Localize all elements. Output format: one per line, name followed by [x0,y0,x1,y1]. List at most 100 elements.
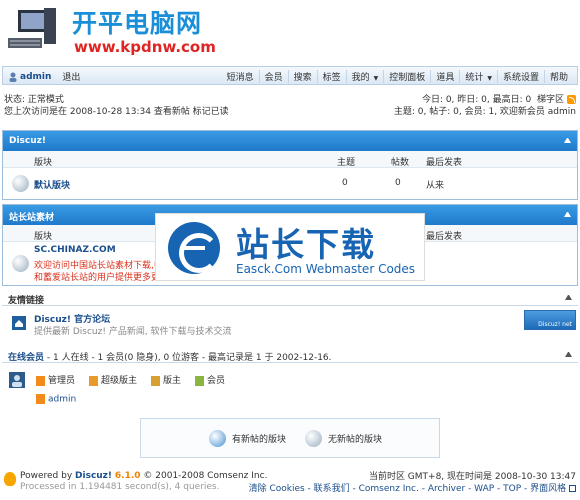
group-label: 版主 [163,376,182,386]
online-user[interactable]: admin [36,394,76,405]
footer-links[interactable]: 清除 Cookies - 联系我们 - Comsenz Inc. - Archi… [249,483,576,495]
menu-item-settings[interactable]: 系统设置 [496,70,544,83]
collapse-icon[interactable] [564,212,571,217]
category-title-text[interactable]: 站长站素材 [9,213,54,223]
group-label: 会员 [207,376,226,386]
yester-link[interactable]: 梯字区 [537,95,564,105]
group-supermod: 超级版主 [89,373,137,386]
watermark-title: 站长下载 [236,225,376,264]
group-mod: 版主 [151,373,181,386]
status-mode: 状态: 正常模式 [4,95,64,105]
link-description: 提供最新 Discuz! 产品新闻, 软件下载与技术交流 [34,327,232,337]
rss-icon[interactable] [567,95,576,104]
server-time: 当前时区 GMT+8, 现在时间是 2008-10-30 13:47 [368,472,576,482]
collapse-icon[interactable] [564,138,571,143]
menu-item-help[interactable]: 帮助 [543,70,573,83]
legend-new-label: 有新帖的版块 [232,435,287,445]
top-menu-bar: admin 退出 短消息 会员 搜索 标签 我的 ▼ 控制面板 道具 统计 ▼ 系统… [2,66,578,85]
last-visit: 您上次访问是在 2008-10-28 13:34 查看新帖 标记已读 [4,107,229,117]
forum-stats: 主题: 0, 帖子: 0, 会员: 1, 欢迎新会员 admin [393,107,576,117]
site-logo[interactable]: 开平电脑网 www.kpdnw.com [2,2,216,60]
menu-item-my-label: 我的 [351,73,370,83]
supermod-icon [89,375,99,386]
header: 开平电脑网 www.kpdnw.com [0,0,580,64]
menu-item-tags[interactable]: 标签 [316,70,346,83]
home-icon [12,316,26,330]
menu-item-search[interactable]: 搜索 [287,70,317,83]
group-label: 超级版主 [101,376,138,386]
footer-links-text: 清除 Cookies - 联系我们 - Comsenz Inc. - Archi… [248,484,567,494]
collapse-icon[interactable] [565,295,572,300]
discuz-link[interactable]: Discuz! [75,471,112,481]
category-title: Discuz! [3,131,577,151]
menu-item-stats-label: 统计 [465,73,484,83]
footer-right: 当前时区 GMT+8, 现在时间是 2008-10-30 13:47 清除 Co… [249,471,576,495]
forum-posts: 0 [395,178,401,188]
forum-name-link[interactable]: 默认版块 [34,178,70,191]
site-url: www.kpdnw.com [74,38,216,56]
menu-item-control-panel[interactable]: 控制面板 [383,70,430,83]
col-last-post: 最后发表 [426,158,463,168]
online-username: admin [48,394,77,405]
mod-icon [151,375,161,386]
member-icon [195,375,205,386]
today-count: 今日: 0, 昨日: 0, 最高日: 0 [421,95,532,105]
members-icon [9,372,25,388]
section-header: 在线会员 - 1 人在线 - 1 会员(0 隐身), 0 位游客 - 最高记录是… [2,347,578,363]
watermark-overlay: 站长下载 Easck.Com Webmaster Codes [155,213,425,281]
powered-prefix: Powered by [20,471,76,481]
footer-left: Powered by Discuz! 6.1.0 © 2001-2008 Com… [20,471,267,493]
section-header: 友情链接 [2,290,578,306]
friend-links-section: 友情链接 Discuz! 官方论坛 提供最新 Discuz! 产品新闻, 软件下… [2,290,578,342]
table-row: 默认版块 0 0 从来 [3,168,577,199]
status-right: 今日: 0, 昨日: 0, 最高日: 0 梯字区 主题: 0, 帖子: 0, 会… [394,94,576,118]
col-forum: 版块 [34,232,53,242]
discuz-banner[interactable]: Discuz! net [524,310,576,330]
username-link[interactable]: admin [20,72,51,82]
brand-name: 开平电脑网 [72,9,203,38]
group-label: 管理员 [48,376,76,386]
admin-icon [36,394,45,404]
menu-item-stats[interactable]: 统计 ▼ [459,70,497,83]
col-last-post: 最后发表 [426,232,463,242]
forum-name-link[interactable]: SC.CHINAZ.COM [34,245,116,255]
online-members-section: 在线会员 - 1 人在线 - 1 会员(0 隐身), 0 位游客 - 最高记录是… [2,347,578,412]
watermark-subtitle: Easck.Com Webmaster Codes [236,262,416,276]
watermark-logo-icon [168,222,220,274]
forum-status-icon [12,175,29,192]
logout-link[interactable]: 退出 [62,70,80,83]
footer: Powered by Discuz! 6.1.0 © 2001-2008 Com… [0,468,580,500]
powered-by: Powered by Discuz! 6.1.0 © 2001-2008 Com… [20,471,267,482]
forum-category-discuz: Discuz! 版块 主题 帖数 最后发表 默认版块 0 0 从来 [2,130,578,200]
online-summary: - 1 人在线 - 1 会员(0 隐身), 0 位游客 - 最高记录是 1 于 … [46,353,332,363]
col-threads: 主题 [337,158,356,168]
chevron-down-icon: ▼ [487,75,492,82]
computer-logo-icon [8,8,56,48]
forum-status-icon [12,255,29,272]
status-left: 状态: 正常模式 您上次访问是在 2008-10-28 13:34 查看新帖 标… [4,94,229,118]
menu-item-members[interactable]: 会员 [258,70,288,83]
menu-item-my[interactable]: 我的 ▼ [345,70,384,83]
section-title: 友情链接 [8,296,45,306]
today-stats: 今日: 0, 昨日: 0, 最高日: 0 梯字区 [394,94,576,106]
discuz-logo-icon [4,472,16,486]
style-select-icon[interactable] [569,485,576,492]
table-header: 版块 主题 帖数 最后发表 [3,151,577,168]
col-posts: 帖数 [391,158,410,168]
section-title[interactable]: 在线会员 [8,353,44,363]
collapse-icon[interactable] [565,352,572,357]
legend-nonew-label: 无新帖的版块 [328,435,383,445]
category-title-text[interactable]: Discuz! [9,136,46,146]
admin-icon [36,375,45,386]
main-menu: 短消息 会员 搜索 标签 我的 ▼ 控制面板 道具 统计 ▼ 系统设置 帮助 [222,70,573,83]
processed-time: Processed in 1.194481 second(s), 4 queri… [20,482,220,492]
col-forum: 版块 [34,158,53,168]
group-admin: 管理员 [36,373,75,386]
menu-item-pm[interactable]: 短消息 [222,70,259,83]
forum-icon-legend: 有新帖的版块 无新帖的版块 [140,418,440,458]
menu-item-tools[interactable]: 道具 [430,70,459,83]
user-icon [9,72,17,82]
legend-nonew: 无新帖的版块 [305,430,382,447]
group-member: 会员 [195,373,225,386]
legend-new: 有新帖的版块 [209,430,286,447]
